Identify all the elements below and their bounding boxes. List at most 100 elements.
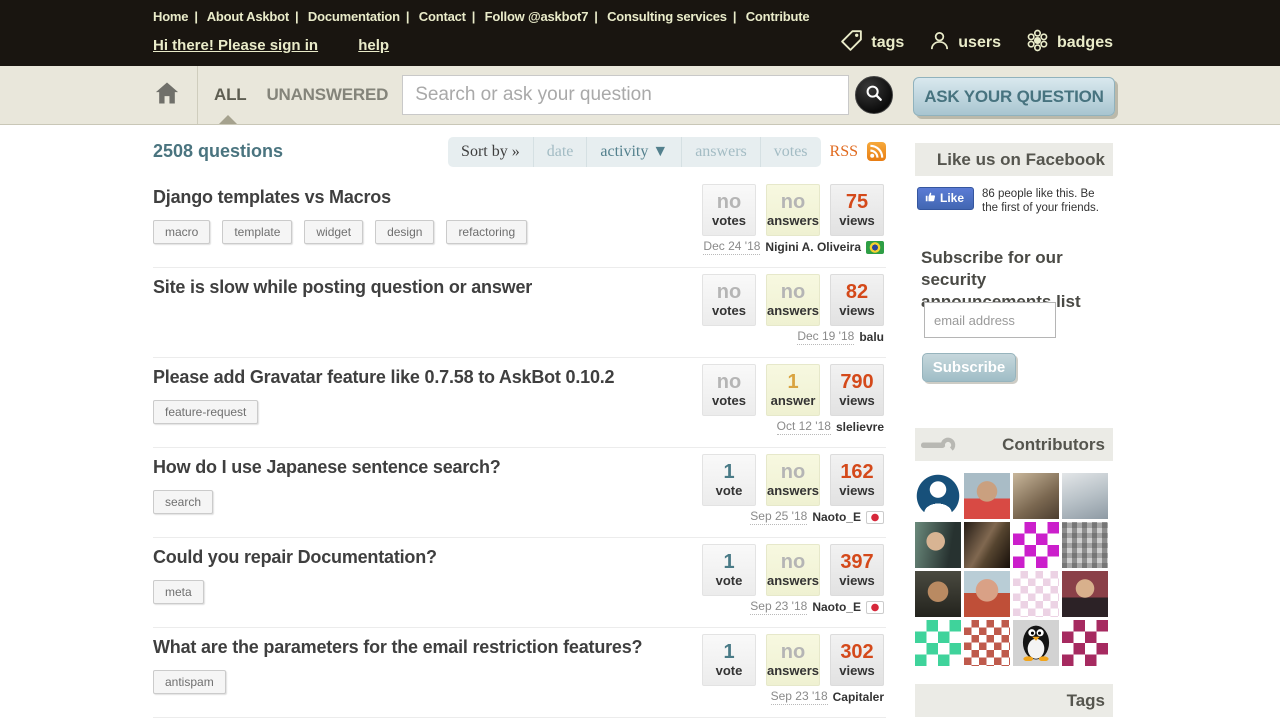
nav-link-follow[interactable]: Follow @askbot7 — [485, 9, 589, 24]
top-icon-menu: tags users badges — [839, 28, 1113, 58]
question-tag[interactable]: template — [222, 220, 292, 244]
facebook-like-button[interactable]: Like — [917, 187, 974, 210]
tab-all[interactable]: ALL — [214, 85, 246, 105]
nav-link-contribute[interactable]: Contribute — [746, 9, 810, 24]
subscribe-button[interactable]: Subscribe — [922, 353, 1016, 382]
views-box: 162views — [830, 454, 884, 506]
question-author[interactable]: balu — [859, 330, 884, 344]
question-tag[interactable]: widget — [304, 220, 363, 244]
question-tag[interactable]: feature-request — [153, 400, 258, 424]
search-input[interactable] — [402, 75, 849, 115]
answers-count: no — [781, 642, 805, 663]
nav-separator: | — [733, 9, 736, 24]
tab-unanswered[interactable]: UNANSWERED — [266, 85, 388, 105]
nav-separator: | — [594, 9, 597, 24]
question-tag[interactable]: meta — [153, 580, 204, 604]
rss-link[interactable]: RSS — [830, 143, 858, 161]
views-label: views — [839, 483, 874, 498]
question-tag[interactable]: design — [375, 220, 434, 244]
question-title[interactable]: Site is slow while posting question or a… — [153, 268, 532, 298]
rss-icon[interactable] — [867, 142, 886, 161]
home-button[interactable] — [153, 66, 197, 124]
nav-link-contact[interactable]: Contact — [419, 9, 466, 24]
nav-separator: | — [406, 9, 409, 24]
avatar-tux-penguin[interactable] — [1013, 620, 1059, 666]
question-stats: 1vote noanswers 397views — [702, 544, 884, 596]
question-title[interactable]: Could you repair Documentation? — [153, 538, 437, 568]
sign-in-row: Hi there! Please sign in help — [153, 37, 389, 54]
votes-box: novotes — [702, 274, 756, 326]
views-count: 790 — [840, 372, 873, 393]
question-title[interactable]: Django templates vs Macros — [153, 178, 391, 208]
avatar-photo[interactable] — [964, 571, 1010, 617]
question-tag[interactable]: search — [153, 490, 213, 514]
question-author[interactable]: Nigini A. Oliveira — [765, 240, 861, 254]
top-navigation-bar: Home | About Askbot | Documentation | Conta… — [0, 0, 1280, 66]
nav-link-home[interactable]: Home — [153, 9, 188, 24]
nav-separator: | — [295, 9, 298, 24]
votes-label: vote — [716, 483, 743, 498]
views-box: 790views — [830, 364, 884, 416]
question-title[interactable]: Please add Gravatar feature like 0.7.58 … — [153, 358, 614, 388]
avatar-photo[interactable] — [915, 571, 961, 617]
question-tag[interactable]: macro — [153, 220, 210, 244]
question-author[interactable]: Naoto_E — [812, 510, 861, 524]
avatar-photo-statue[interactable] — [1062, 473, 1108, 519]
search-button[interactable] — [855, 76, 893, 114]
question-tag[interactable]: antispam — [153, 670, 226, 694]
sign-in-link[interactable]: Hi there! Please sign in — [153, 37, 318, 54]
nav-link-documentation[interactable]: Documentation — [308, 9, 400, 24]
nav-link-about[interactable]: About Askbot — [207, 9, 289, 24]
badges-menu-item[interactable]: badges — [1025, 28, 1113, 58]
avatar-photo[interactable] — [964, 473, 1010, 519]
question-meta: Sep 23 '18 Naoto_E — [750, 599, 884, 615]
nav-link-consulting[interactable]: Consulting services — [607, 9, 727, 24]
avatar-photo[interactable] — [915, 522, 961, 568]
avatar-identicon-green[interactable] — [915, 620, 961, 666]
users-menu-item[interactable]: users — [928, 29, 1001, 57]
sort-option-answers[interactable]: answers — [681, 137, 760, 167]
question-author[interactable]: Capitaler — [833, 690, 884, 704]
question-title[interactable]: How do I use Japanese sentence search? — [153, 448, 501, 478]
sort-option-votes[interactable]: votes — [760, 137, 821, 167]
question-stats: novotes noanswers 75views — [702, 184, 884, 236]
avatar-identicon-red[interactable] — [964, 620, 1010, 666]
avatar-default-person[interactable] — [915, 473, 961, 519]
avatar-identicon-magenta[interactable] — [1013, 522, 1059, 568]
question-row: How do I use Japanese sentence search? s… — [153, 448, 886, 538]
avatar-photo[interactable] — [964, 522, 1010, 568]
question-date: Sep 25 '18 — [750, 509, 807, 525]
question-count: 2508 questions — [153, 141, 283, 162]
question-list-panel: 2508 questions Sort by » date activity ▼… — [153, 125, 886, 718]
votes-label: votes — [712, 303, 746, 318]
sort-option-activity[interactable]: activity ▼ — [586, 137, 681, 167]
help-link[interactable]: help — [358, 37, 389, 54]
question-author[interactable]: slelievre — [836, 420, 884, 434]
sort-option-date[interactable]: date — [533, 137, 587, 167]
penguin-icon — [1017, 621, 1055, 666]
avatar-photo[interactable] — [1062, 571, 1108, 617]
ask-your-question-button[interactable]: ASK YOUR QUESTION — [913, 77, 1115, 116]
views-label: views — [839, 663, 874, 678]
avatar-photo[interactable] — [1062, 522, 1108, 568]
home-icon — [153, 79, 181, 112]
views-count: 75 — [846, 192, 868, 213]
brazil-flag-icon — [866, 241, 884, 254]
facebook-like-text: 86 people like this. Be the first of you… — [982, 187, 1110, 215]
avatar-identicon-dark-magenta[interactable] — [1062, 620, 1108, 666]
badges-label: badges — [1057, 34, 1113, 52]
question-row: What are the parameters for the email re… — [153, 628, 886, 718]
tags-menu-item[interactable]: tags — [839, 28, 904, 58]
question-author[interactable]: Naoto_E — [812, 600, 861, 614]
question-title[interactable]: What are the parameters for the email re… — [153, 628, 642, 658]
avatar-photo[interactable] — [1013, 473, 1059, 519]
avatar-identicon-pink[interactable] — [1013, 571, 1059, 617]
question-tag[interactable]: refactoring — [446, 220, 527, 244]
answers-count: no — [781, 462, 805, 483]
thumb-up-icon — [925, 191, 936, 205]
answers-count: 1 — [787, 372, 798, 393]
question-date: Dec 24 '18 — [703, 239, 760, 255]
email-field[interactable] — [924, 302, 1056, 338]
question-meta: Sep 25 '18 Naoto_E — [750, 509, 884, 525]
japan-flag-icon — [866, 601, 884, 614]
